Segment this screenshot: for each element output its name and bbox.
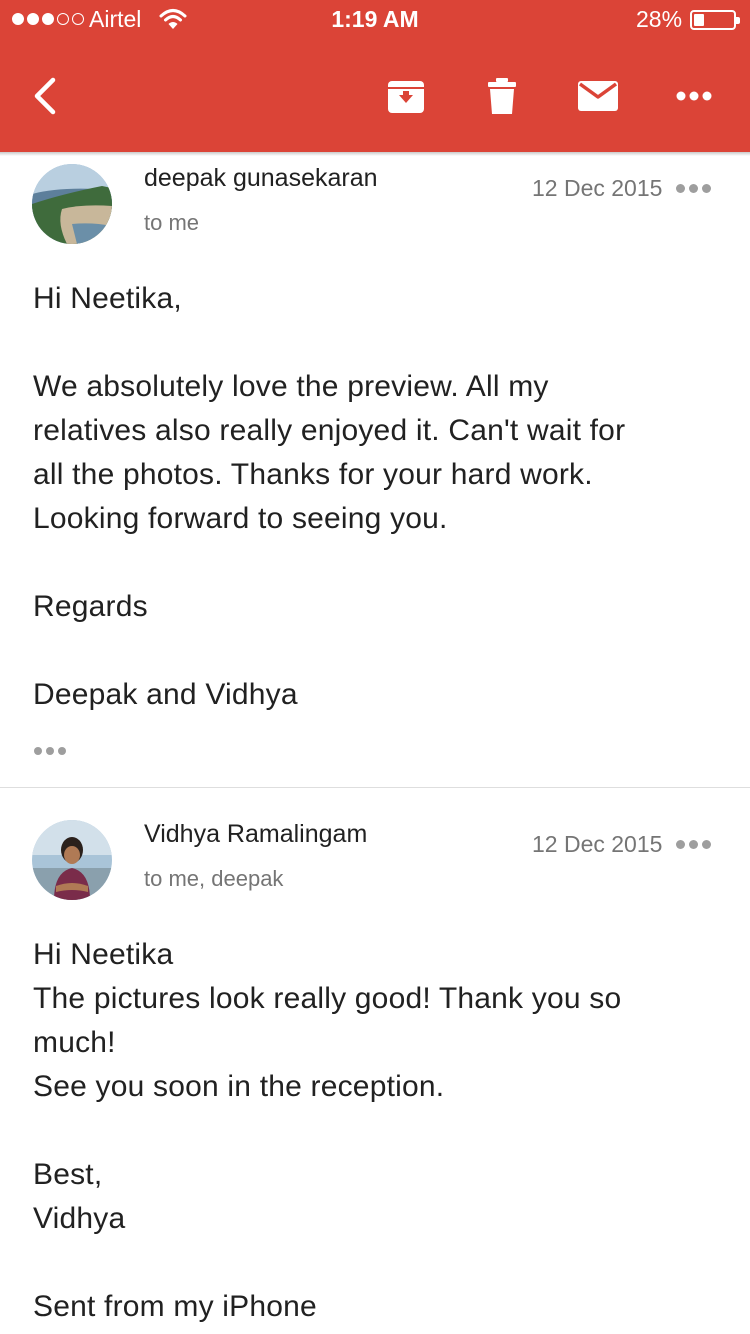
body-line: Looking forward to seeing you. [33, 502, 448, 535]
mark-unread-button[interactable] [572, 60, 624, 132]
mail-icon [578, 81, 618, 111]
body-line: We absolutely love the preview. All my [33, 370, 549, 403]
body-line: The pictures look really good! Thank you… [33, 982, 622, 1015]
sender-name: deepak gunasekaran [144, 164, 378, 192]
message-more-button[interactable] [676, 838, 712, 850]
status-bar: Airtel 1:19 AM 28% [0, 0, 750, 40]
body-line: Vidhya [33, 1202, 126, 1235]
body-line: much! [33, 1026, 116, 1059]
more-options-button[interactable] [668, 60, 720, 132]
body-line: Deepak and Vidhya [33, 678, 298, 711]
more-icon [676, 91, 712, 101]
battery-icon [690, 10, 740, 30]
battery-percent: 28% [636, 6, 683, 32]
archive-button[interactable] [380, 60, 432, 132]
body-line: all the photos. Thanks for your hard wor… [33, 458, 593, 491]
message-date: 12 Dec 2015 [532, 175, 663, 201]
recipients[interactable]: to me, deepak [144, 866, 283, 892]
body-line: Hi Neetika [33, 938, 174, 971]
sender-avatar[interactable] [32, 820, 112, 900]
trash-icon [488, 78, 516, 114]
body-line: See you soon in the reception. [33, 1070, 445, 1103]
app-header: Airtel 1:19 AM 28% [0, 0, 750, 152]
body-line: Best, [33, 1158, 103, 1191]
body-line: Sent from my iPhone [33, 1290, 317, 1323]
archive-icon [388, 81, 424, 113]
body-line: Hi Neetika, [33, 282, 182, 315]
header-shadow [0, 152, 750, 156]
sender-name: Vidhya Ramalingam [144, 820, 368, 848]
back-button[interactable] [20, 60, 70, 132]
sender-avatar[interactable] [32, 164, 112, 244]
message-date: 12 Dec 2015 [532, 831, 663, 857]
recipients[interactable]: to me [144, 210, 199, 236]
body-line: Regards [33, 590, 148, 623]
delete-button[interactable] [478, 60, 526, 132]
message-more-button[interactable] [676, 182, 712, 194]
message-toolbar [0, 60, 750, 140]
message-divider [0, 787, 750, 788]
back-icon [34, 77, 56, 115]
show-trimmed-content-button[interactable] [34, 746, 70, 756]
body-line: relatives also really enjoyed it. Can't … [33, 414, 626, 447]
